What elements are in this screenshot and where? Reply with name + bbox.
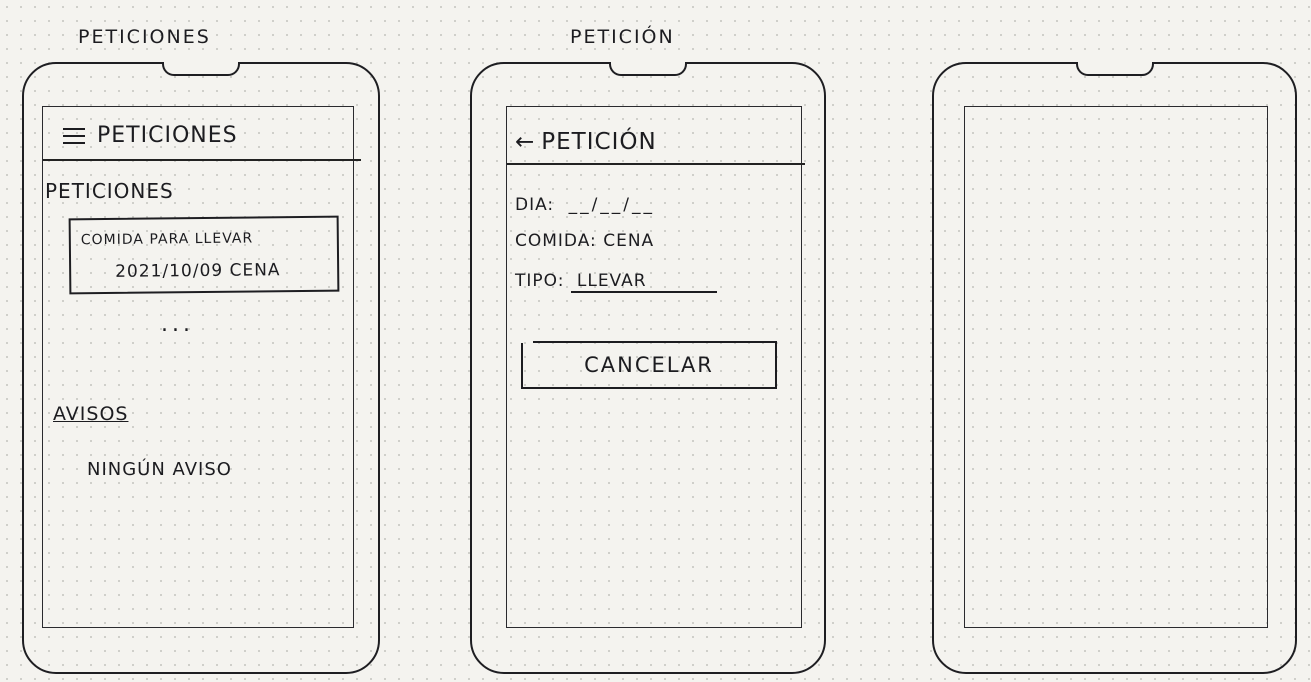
dia-row: DIA: __/__/__ [515, 195, 655, 215]
phone-frame-peticion: ← PETICIÓN DIA: __/__/__ COMIDA: CENA TIP… [470, 62, 826, 674]
screen-peticion: ← PETICIÓN DIA: __/__/__ COMIDA: CENA TIP… [506, 106, 805, 628]
cancel-button[interactable]: CANCELAR [521, 341, 777, 389]
more-indicator: ... [161, 312, 194, 337]
request-card-subtitle: 2021/10/09 CENA [115, 260, 281, 282]
menu-icon[interactable] [63, 128, 85, 144]
screen-label-peticion: PETICIÓN [570, 26, 675, 48]
section-title-peticiones: PETICIONES [45, 179, 174, 203]
app-bar: ← PETICIÓN [515, 129, 657, 155]
page-title: PETICIÓN [541, 129, 657, 155]
phone-frame-blank [932, 62, 1297, 674]
app-bar-divider [507, 163, 805, 165]
phone-notch [609, 62, 687, 76]
empty-notices-text: NINGÚN AVISO [87, 459, 232, 480]
request-card[interactable]: COMIDA PARA LLEVAR 2021/10/09 CENA [68, 215, 340, 295]
tipo-select[interactable]: LLEVAR [570, 271, 717, 293]
section-title-avisos: AVISOS [53, 403, 129, 425]
comida-label: COMIDA: [515, 231, 597, 251]
screen-label-peticiones: PETICIONES [78, 26, 211, 48]
screen-peticiones: PETICIONES PETICIONES COMIDA PARA LLEVAR… [42, 106, 361, 628]
phone-notch [162, 62, 240, 76]
tipo-label: TIPO: [515, 271, 565, 291]
screen-blank [964, 106, 1268, 628]
tipo-row: TIPO: LLEVAR [515, 271, 717, 293]
comida-row: COMIDA: CENA [515, 231, 654, 251]
page-title: PETICIONES [97, 123, 238, 148]
app-bar: PETICIONES [63, 123, 238, 148]
back-arrow-icon[interactable]: ← [515, 129, 535, 155]
phone-frame-peticiones: PETICIONES PETICIONES COMIDA PARA LLEVAR… [22, 62, 380, 674]
comida-value: CENA [603, 231, 655, 251]
dia-field[interactable]: __/__/__ [569, 195, 655, 215]
phone-notch [1075, 62, 1154, 76]
app-bar-divider [43, 159, 361, 161]
request-card-title: COMIDA PARA LLEVAR [80, 230, 254, 249]
dia-label: DIA: [515, 195, 555, 215]
